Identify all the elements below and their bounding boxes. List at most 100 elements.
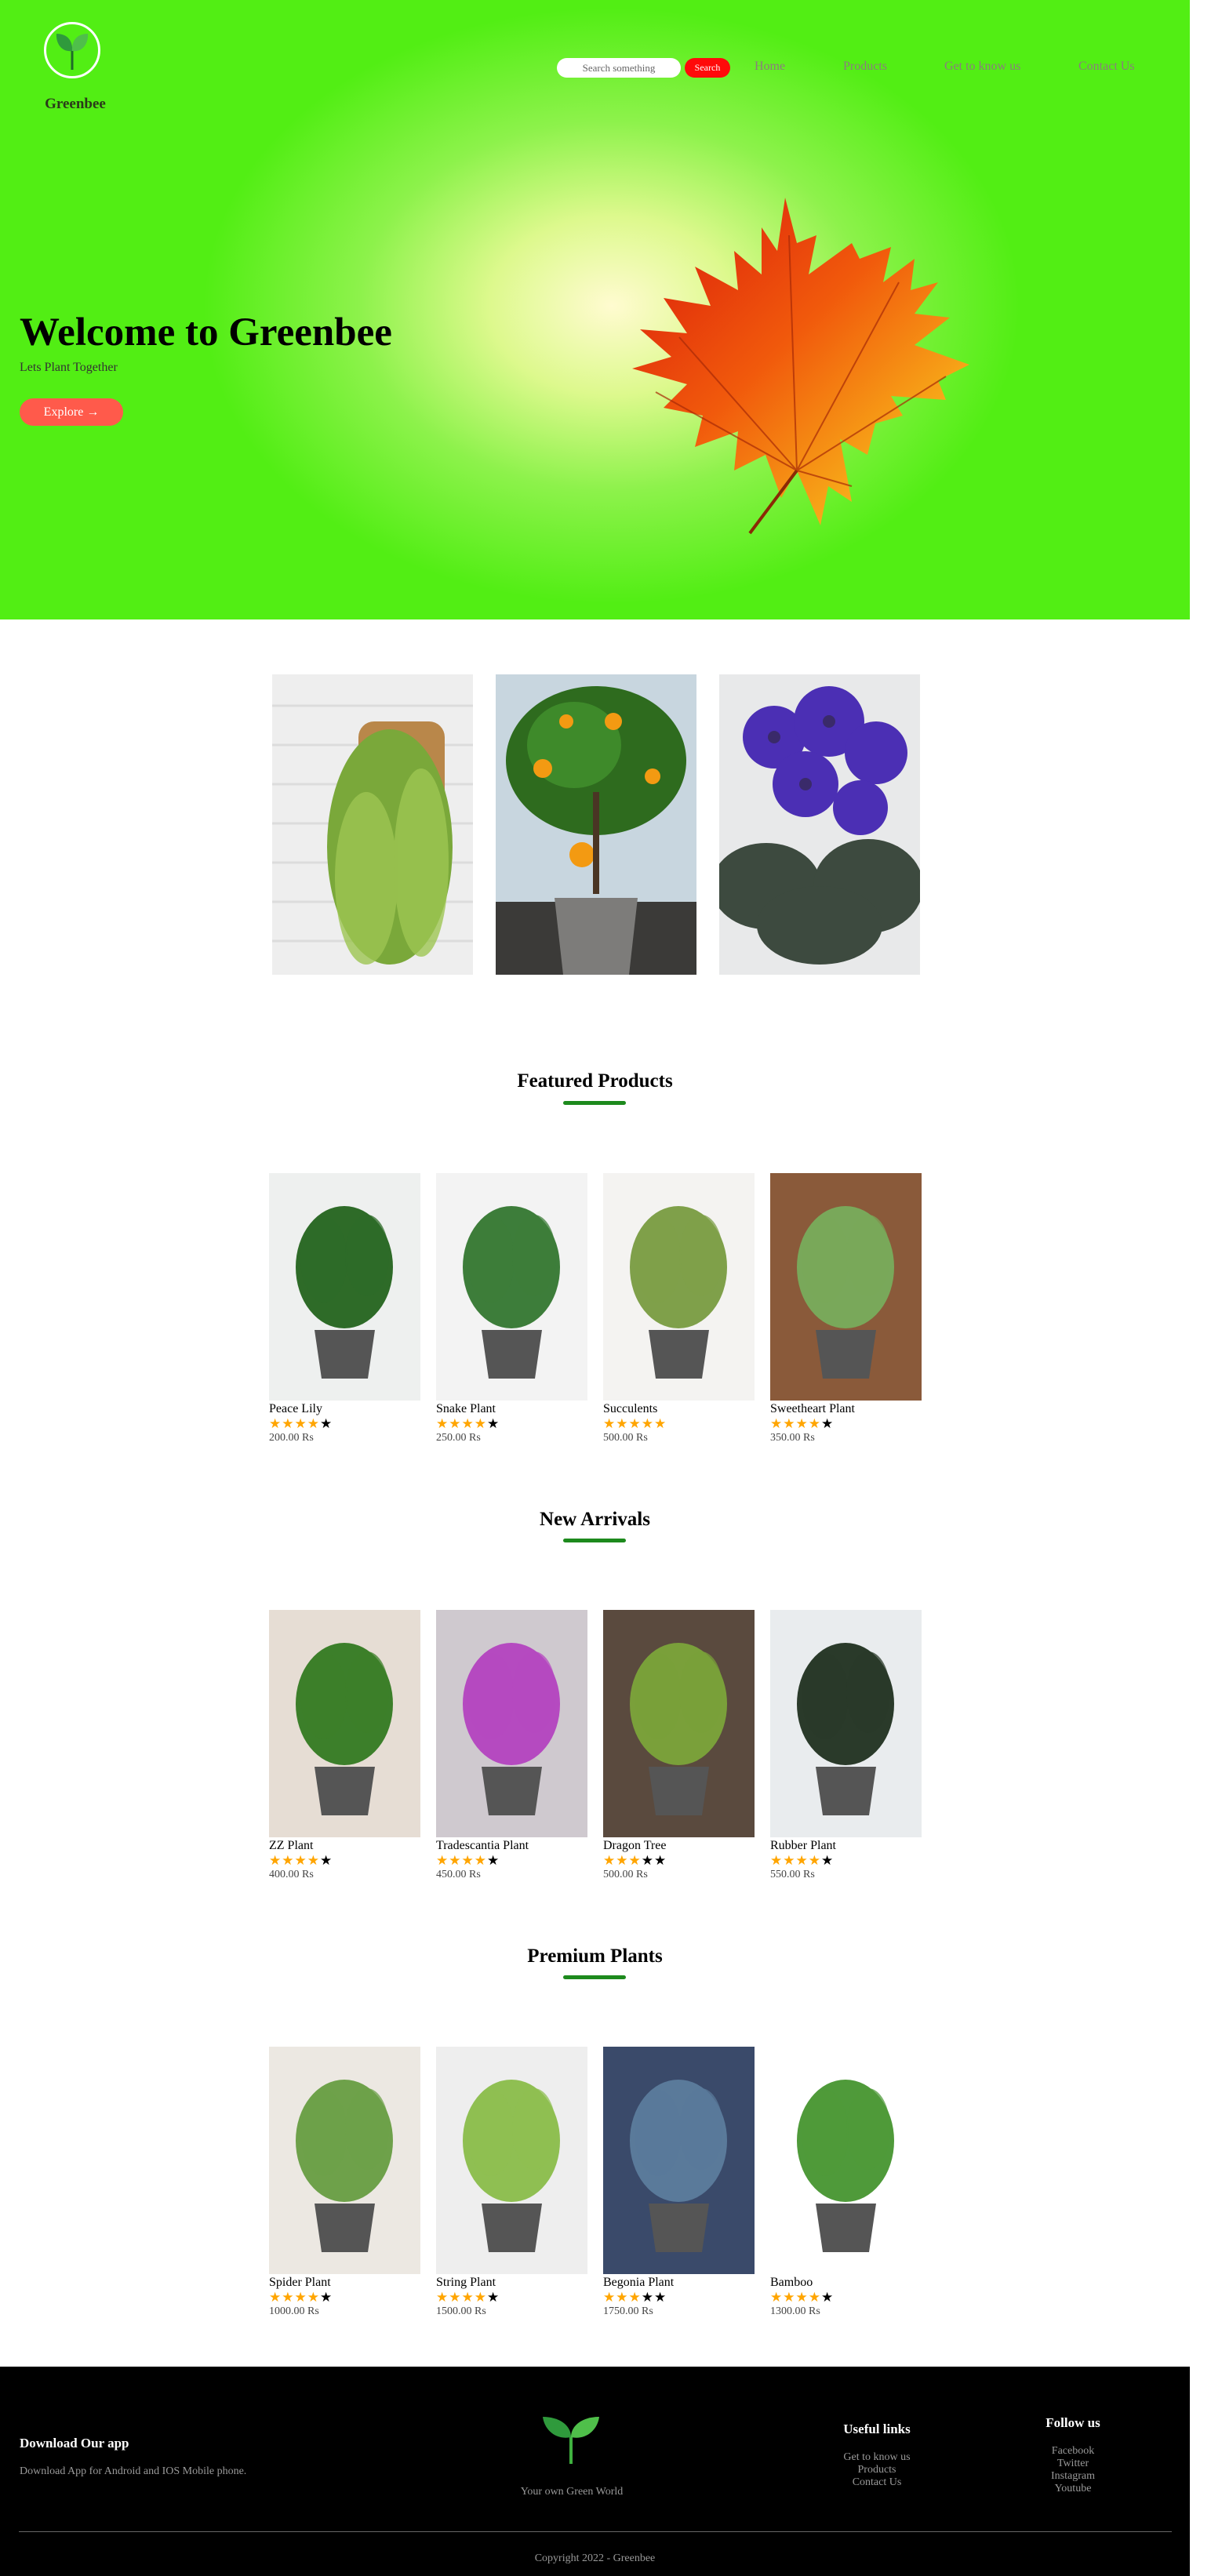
footer-link-twitter[interactable]: Twitter <box>1018 2458 1128 2470</box>
product-card[interactable]: Begonia Plant ★★★★★ 1750.00 Rs <box>603 2047 755 2318</box>
star-icon: ★ <box>616 1853 629 1868</box>
star-icon: ★ <box>641 1853 654 1868</box>
product-card[interactable]: Peace Lily ★★★★★ 200.00 Rs <box>269 1173 420 1444</box>
product-image[interactable] <box>436 1173 587 1401</box>
product-name[interactable]: Succulents <box>603 1402 755 1417</box>
star-icon: ★ <box>487 2290 500 2305</box>
product-image[interactable] <box>770 1173 922 1401</box>
star-icon: ★ <box>808 1853 821 1868</box>
footer-link-products[interactable]: Products <box>822 2464 932 2476</box>
product-image[interactable] <box>269 2047 420 2274</box>
footer-link-get-to-know-us[interactable]: Get to know us <box>822 2451 932 2464</box>
star-icon: ★ <box>641 1416 654 1431</box>
product-price: 1300.00 Rs <box>770 2305 820 2317</box>
product-price: 450.00 Rs <box>436 1869 481 1880</box>
nav-get-to-know-us[interactable]: Get to know us <box>944 60 1020 74</box>
product-rating: ★★★★★ <box>436 1854 587 1869</box>
product-name[interactable]: String Plant <box>436 2276 587 2291</box>
star-icon: ★ <box>269 2290 282 2305</box>
footer-link-youtube[interactable]: Youtube <box>1018 2483 1128 2495</box>
star-icon: ★ <box>628 1416 642 1431</box>
star-icon: ★ <box>294 1853 307 1868</box>
product-card[interactable]: ZZ Plant ★★★★★ 400.00 Rs <box>269 1610 420 1881</box>
product-card[interactable]: Dragon Tree ★★★★★ 500.00 Rs <box>603 1610 755 1881</box>
star-icon: ★ <box>616 1416 629 1431</box>
product-name[interactable]: Begonia Plant <box>603 2276 755 2291</box>
product-rating: ★★★★★ <box>436 1417 587 1432</box>
search-input[interactable] <box>557 58 681 78</box>
star-icon: ★ <box>307 1853 320 1868</box>
product-name[interactable]: Spider Plant <box>269 2276 420 2291</box>
star-icon: ★ <box>449 1416 462 1431</box>
nav-products[interactable]: Products <box>843 60 887 74</box>
product-name[interactable]: Bamboo <box>770 2276 922 2291</box>
footer-link-contact-us[interactable]: Contact Us <box>822 2476 932 2489</box>
star-icon: ★ <box>770 1853 784 1868</box>
product-card[interactable]: Rubber Plant ★★★★★ 550.00 Rs <box>770 1610 922 1881</box>
star-icon: ★ <box>461 1853 475 1868</box>
product-rating: ★★★★★ <box>269 2291 420 2305</box>
product-name[interactable]: Rubber Plant <box>770 1839 922 1854</box>
star-icon: ★ <box>654 1416 667 1431</box>
product-image[interactable] <box>269 1173 420 1401</box>
footer-sprout-icon <box>543 2417 599 2464</box>
star-icon: ★ <box>436 1416 449 1431</box>
star-icon: ★ <box>628 1853 642 1868</box>
product-name[interactable]: Dragon Tree <box>603 1839 755 1854</box>
footer-copyright: Copyright 2022 - Greenbee <box>534 2552 656 2564</box>
star-icon: ★ <box>616 2290 629 2305</box>
nav-home[interactable]: Home <box>755 60 785 74</box>
product-image[interactable] <box>436 2047 587 2274</box>
search-button[interactable]: Search <box>685 58 730 78</box>
product-card[interactable]: Sweetheart Plant ★★★★★ 350.00 Rs <box>770 1173 922 1444</box>
product-name[interactable]: Sweetheart Plant <box>770 1402 922 1417</box>
gallery-image-african-violet[interactable] <box>719 674 920 975</box>
star-icon: ★ <box>307 2290 320 2305</box>
product-rating: ★★★★★ <box>269 1417 420 1432</box>
product-card[interactable]: Snake Plant ★★★★★ 250.00 Rs <box>436 1173 587 1444</box>
product-name[interactable]: Snake Plant <box>436 1402 587 1417</box>
product-image[interactable] <box>770 1610 922 1837</box>
product-rating: ★★★★★ <box>603 2291 755 2305</box>
product-card[interactable]: Bamboo ★★★★★ 1300.00 Rs <box>770 2047 922 2318</box>
product-image[interactable] <box>603 2047 755 2274</box>
section-title-premium: Premium Plants <box>527 1946 663 1967</box>
star-icon: ★ <box>449 2290 462 2305</box>
product-price: 550.00 Rs <box>770 1869 815 1880</box>
star-icon: ★ <box>474 1853 487 1868</box>
product-card[interactable]: Tradescantia Plant ★★★★★ 450.00 Rs <box>436 1610 587 1881</box>
star-icon: ★ <box>770 1416 784 1431</box>
product-rating: ★★★★★ <box>770 1417 922 1432</box>
gallery-image-orange-tree[interactable] <box>496 674 696 975</box>
star-icon: ★ <box>821 1416 835 1431</box>
footer-link-instagram[interactable]: Instagram <box>1018 2470 1128 2483</box>
product-image[interactable] <box>269 1610 420 1837</box>
star-icon: ★ <box>436 1853 449 1868</box>
footer-link-facebook[interactable]: Facebook <box>1018 2445 1128 2458</box>
star-icon: ★ <box>307 1416 320 1431</box>
product-image[interactable] <box>436 1610 587 1837</box>
product-card[interactable]: Succulents ★★★★★ 500.00 Rs <box>603 1173 755 1444</box>
explore-button[interactable]: Explore → <box>20 398 123 426</box>
star-icon: ★ <box>654 1853 667 1868</box>
star-icon: ★ <box>641 2290 654 2305</box>
product-card[interactable]: String Plant ★★★★★ 1500.00 Rs <box>436 2047 587 2318</box>
footer-divider <box>19 2531 1172 2532</box>
gallery-image-string-of-pearls[interactable] <box>272 674 473 975</box>
product-image[interactable] <box>603 1610 755 1837</box>
logo-sprout-icon[interactable] <box>44 22 100 78</box>
star-icon: ★ <box>436 2290 449 2305</box>
product-card[interactable]: Spider Plant ★★★★★ 1000.00 Rs <box>269 2047 420 2318</box>
section-title-new-arrivals: New Arrivals <box>540 1509 650 1530</box>
star-icon: ★ <box>783 2290 796 2305</box>
nav-contact-us[interactable]: Contact Us <box>1078 60 1135 74</box>
product-name[interactable]: ZZ Plant <box>269 1839 420 1854</box>
footer-follow-title: Follow us <box>1046 2415 1100 2430</box>
product-name[interactable]: Tradescantia Plant <box>436 1839 587 1854</box>
hero-banner: Greenbee Search Home Products Get to kno… <box>0 0 1190 619</box>
maple-leaf-image <box>632 198 969 535</box>
product-name[interactable]: Peace Lily <box>269 1402 420 1417</box>
product-image[interactable] <box>770 2047 922 2274</box>
product-price: 1000.00 Rs <box>269 2305 319 2317</box>
product-image[interactable] <box>603 1173 755 1401</box>
